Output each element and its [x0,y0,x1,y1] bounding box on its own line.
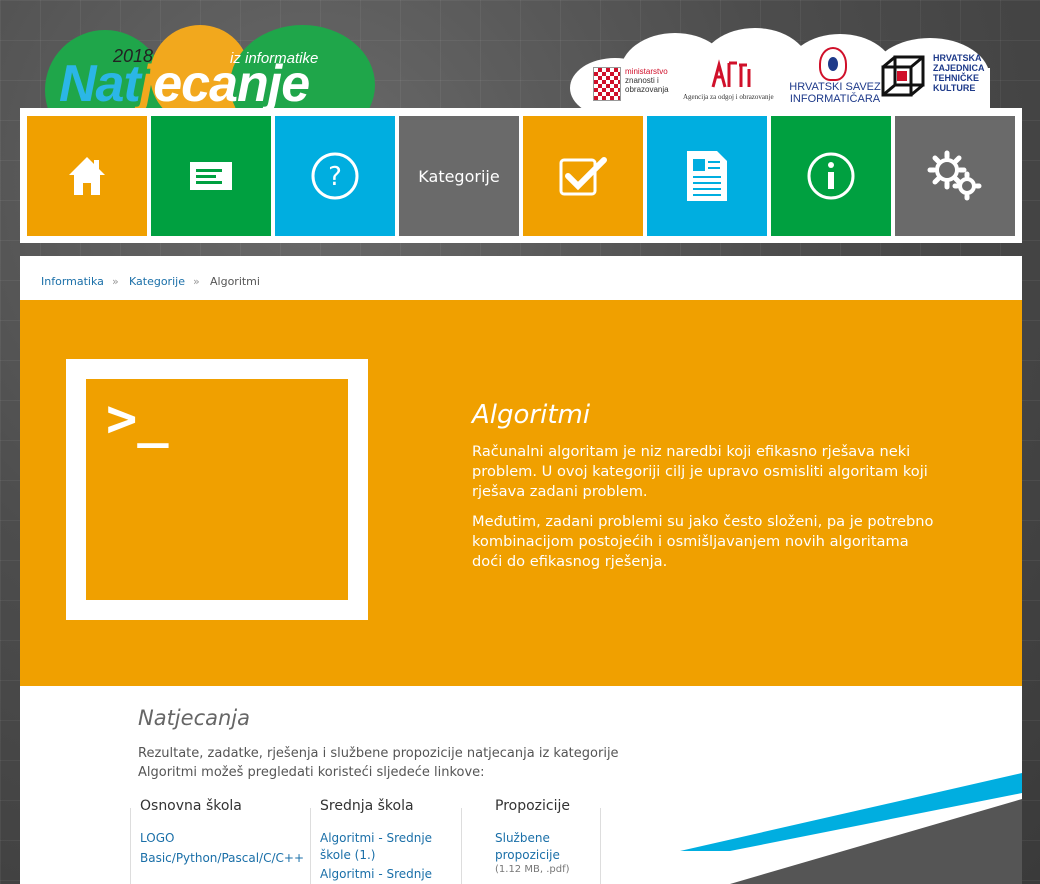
nav-tile-check[interactable] [523,116,643,236]
croatian-coat-of-arms-icon [593,67,621,101]
column-high-school: Srednja škola Algoritmi - Srednje škole … [320,798,460,884]
decorative-stripes [680,773,1022,884]
cube-icon [881,55,925,97]
site-header: 2018 iz informatike Natjecanje ministars… [0,0,1040,118]
competitions-intro: Rezultate, zadatke, rješenja i službene … [138,746,619,780]
question-icon: ? [311,152,359,200]
checkmark-icon [559,157,607,196]
link-official-propositions[interactable]: Službene propozicije [495,830,595,864]
competition-logo[interactable]: 2018 iz informatike Natjecanje [45,20,385,110]
category-description-2: Međutim, zadani problemi su jako često s… [472,513,934,570]
category-description-1: Računalni algoritam je niz naredbi koji … [472,443,928,500]
category-title: Algoritmi [472,400,591,430]
column-heading: Osnovna škola [140,798,242,814]
nav-tile-faq[interactable]: ? [275,116,395,236]
svg-text:?: ? [328,162,342,192]
main-nav: ? Kategorije [20,108,1022,243]
nav-tile-categories-label: Kategorije [418,166,500,186]
breadcrumb-separator: » [193,275,200,288]
breadcrumb-current: Algoritmi [210,275,260,288]
link-logo[interactable]: LOGO [140,830,300,847]
competitions-title: Natjecanja [138,706,250,730]
nav-tile-categories[interactable]: Kategorije [399,116,519,236]
terminal-prompt: >_ [106,389,169,449]
link-algoritmi-ss-1[interactable]: Algoritmi - Srednje škole (1.) [320,830,460,864]
info-icon [807,152,855,200]
nav-tile-home[interactable] [27,116,147,236]
hsin-emblem-icon [819,47,847,81]
link-basic-python[interactable]: Basic/Python/Pascal/C/C++ [140,850,304,867]
column-heading: Srednja škola [320,798,414,814]
partner-logos: ministarstvo znanosti i obrazovanja Agen… [585,45,995,110]
logo-title: Natjecanje [59,55,310,110]
breadcrumb-separator: » [112,275,119,288]
file-size-label: (1.12 MB, .pdf) [495,864,570,875]
nav-tile-news[interactable] [151,116,271,236]
column-primary-school: Osnovna škola LOGO Basic/Python/Pascal/C… [140,798,304,867]
competitions-section: Natjecanja Rezultate, zadatke, rješenja … [20,686,1022,884]
breadcrumb-informatika[interactable]: Informatika [41,275,104,288]
document-icon [687,151,727,201]
terminal-icon: >_ [66,359,368,620]
column-propositions: Propozicije Službene propozicije (1.12 M… [495,798,595,875]
nav-tile-settings[interactable] [895,116,1015,236]
breadcrumb: Informatika » Kategorije » Algoritmi [20,256,1022,300]
link-algoritmi-ss-2[interactable]: Algoritmi - Srednje škole [320,866,460,884]
news-icon [190,162,232,190]
gears-icon [927,150,982,201]
home-icon [69,157,105,195]
column-heading: Propozicije [495,798,570,814]
azoo-mark-icon [711,59,751,88]
breadcrumb-kategorije[interactable]: Kategorije [129,275,185,288]
category-hero: >_ Algoritmi Računalni algoritam je niz … [20,300,1022,686]
nav-tile-documents[interactable] [647,116,767,236]
nav-tile-info[interactable] [771,116,891,236]
